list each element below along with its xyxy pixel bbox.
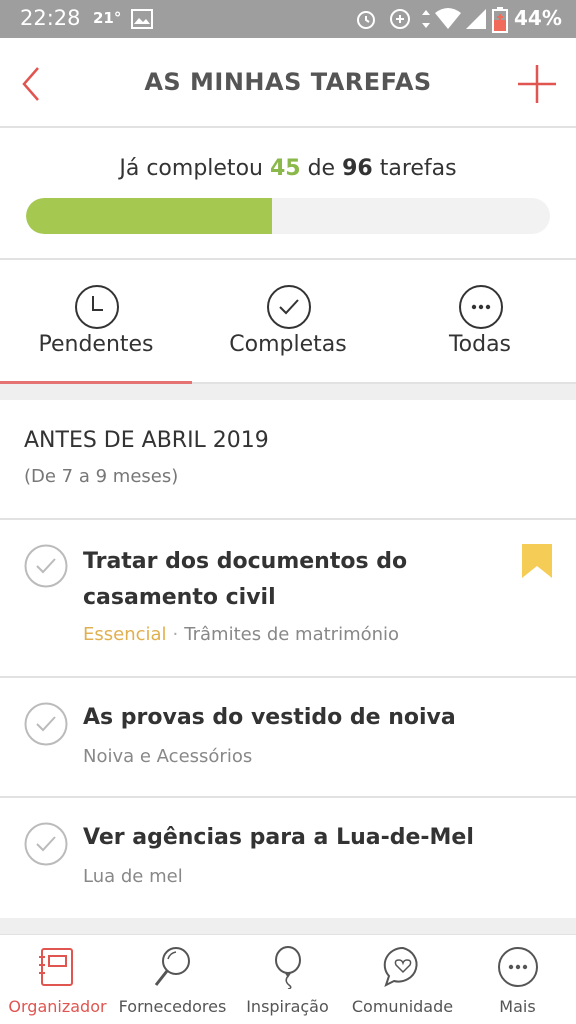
section-divider — [0, 384, 576, 400]
tab-label: Pendentes — [38, 332, 154, 357]
tab-label: Todas — [448, 332, 512, 357]
status-time: 22:28 — [20, 6, 81, 30]
add-task-plus-icon[interactable] — [516, 63, 558, 105]
task-title-line: Tratar dos documentos do — [83, 549, 408, 574]
task-title: Ver agências para a Lua-de-Mel — [83, 825, 474, 850]
task-meta: Essencial · Trâmites de matrimónio — [83, 624, 399, 645]
section-header: ANTES DE ABRIL 2019 (De 7 a 9 meses) — [0, 400, 576, 520]
tab-pendentes[interactable]: Pendentes — [0, 262, 192, 384]
nav-label: Mais — [499, 997, 536, 1016]
more-icon — [498, 947, 538, 987]
task-filter-tabs: Pendentes Completas Todas — [0, 262, 576, 384]
section-title: ANTES DE ABRIL 2019 — [24, 428, 269, 453]
battery-icon — [492, 7, 508, 33]
progress-bar — [26, 198, 550, 234]
completed-count: 45 — [269, 156, 301, 181]
task-check-icon[interactable] — [24, 822, 68, 866]
tab-label: Completas — [229, 332, 347, 357]
bottom-divider — [0, 918, 576, 934]
task-check-icon[interactable] — [24, 702, 68, 746]
clock-icon — [75, 285, 119, 329]
task-item[interactable]: As provas do vestido de noiva Noiva e Ac… — [0, 678, 576, 798]
gallery-icon — [131, 9, 153, 29]
nav-label: Comunidade — [351, 997, 454, 1016]
app-header: AS MINHAS TAREFAS — [0, 38, 576, 128]
magnifier-icon — [154, 947, 190, 986]
task-category: Lua de mel — [83, 866, 183, 887]
nav-label: Fornecedores — [118, 997, 227, 1016]
progress-middle: de — [307, 156, 336, 181]
page-title: AS MINHAS TAREFAS — [144, 68, 432, 96]
tab-todas[interactable]: Todas — [384, 262, 576, 382]
section-subtitle: (De 7 a 9 meses) — [24, 466, 179, 487]
progress-text: Já completou 45 de 96 tarefas — [0, 156, 576, 181]
nav-mais[interactable]: Mais — [460, 935, 575, 1024]
progress-prefix: Já completou — [119, 156, 263, 181]
nav-fornecedores[interactable]: Fornecedores — [115, 935, 230, 1024]
progress-bar-fill — [26, 198, 272, 234]
check-circle-icon — [267, 285, 311, 329]
data-saver-icon — [390, 9, 410, 29]
task-title: Tratar dos documentos do casamento civil — [83, 544, 407, 616]
progress-suffix: tarefas — [379, 156, 457, 181]
notebook-icon — [39, 948, 73, 986]
nav-label: Inspiração — [246, 997, 329, 1016]
task-title: As provas do vestido de noiva — [83, 705, 456, 730]
status-bar: 22:28 21° 44% — [0, 0, 576, 38]
nav-label: Organizador — [8, 997, 107, 1016]
tab-completas[interactable]: Completas — [192, 262, 384, 382]
essential-tag: Essencial — [83, 624, 167, 645]
task-title-line: casamento civil — [83, 585, 276, 610]
chat-heart-icon — [383, 946, 418, 987]
meta-separator: · — [172, 624, 179, 645]
task-item[interactable]: Ver agências para a Lua-de-Mel Lua de me… — [0, 798, 576, 918]
task-category: Trâmites de matrimónio — [184, 624, 400, 645]
battery-percentage: 44% — [514, 6, 562, 30]
wifi-icon — [435, 8, 461, 29]
alarm-icon — [357, 11, 375, 29]
bookmark-icon[interactable] — [522, 544, 552, 578]
nav-comunidade[interactable]: Comunidade — [345, 935, 460, 1024]
task-category: Noiva e Acessórios — [83, 746, 253, 767]
progress-summary: Já completou 45 de 96 tarefas — [0, 128, 576, 260]
task-check-icon[interactable] — [24, 544, 68, 588]
signal-icon — [466, 9, 486, 29]
total-count: 96 — [342, 156, 373, 181]
data-arrows-icon — [422, 10, 430, 28]
task-item[interactable]: Tratar dos documentos do casamento civil… — [0, 520, 576, 678]
nav-organizador[interactable]: Organizador — [0, 935, 115, 1024]
more-circle-icon — [459, 285, 503, 329]
bottom-navigation: Organizador Fornecedores Inspiração Comu… — [0, 934, 576, 1024]
nav-inspiracao[interactable]: Inspiração — [230, 935, 345, 1024]
status-temperature: 21° — [93, 9, 122, 27]
balloon-icon — [275, 946, 301, 989]
